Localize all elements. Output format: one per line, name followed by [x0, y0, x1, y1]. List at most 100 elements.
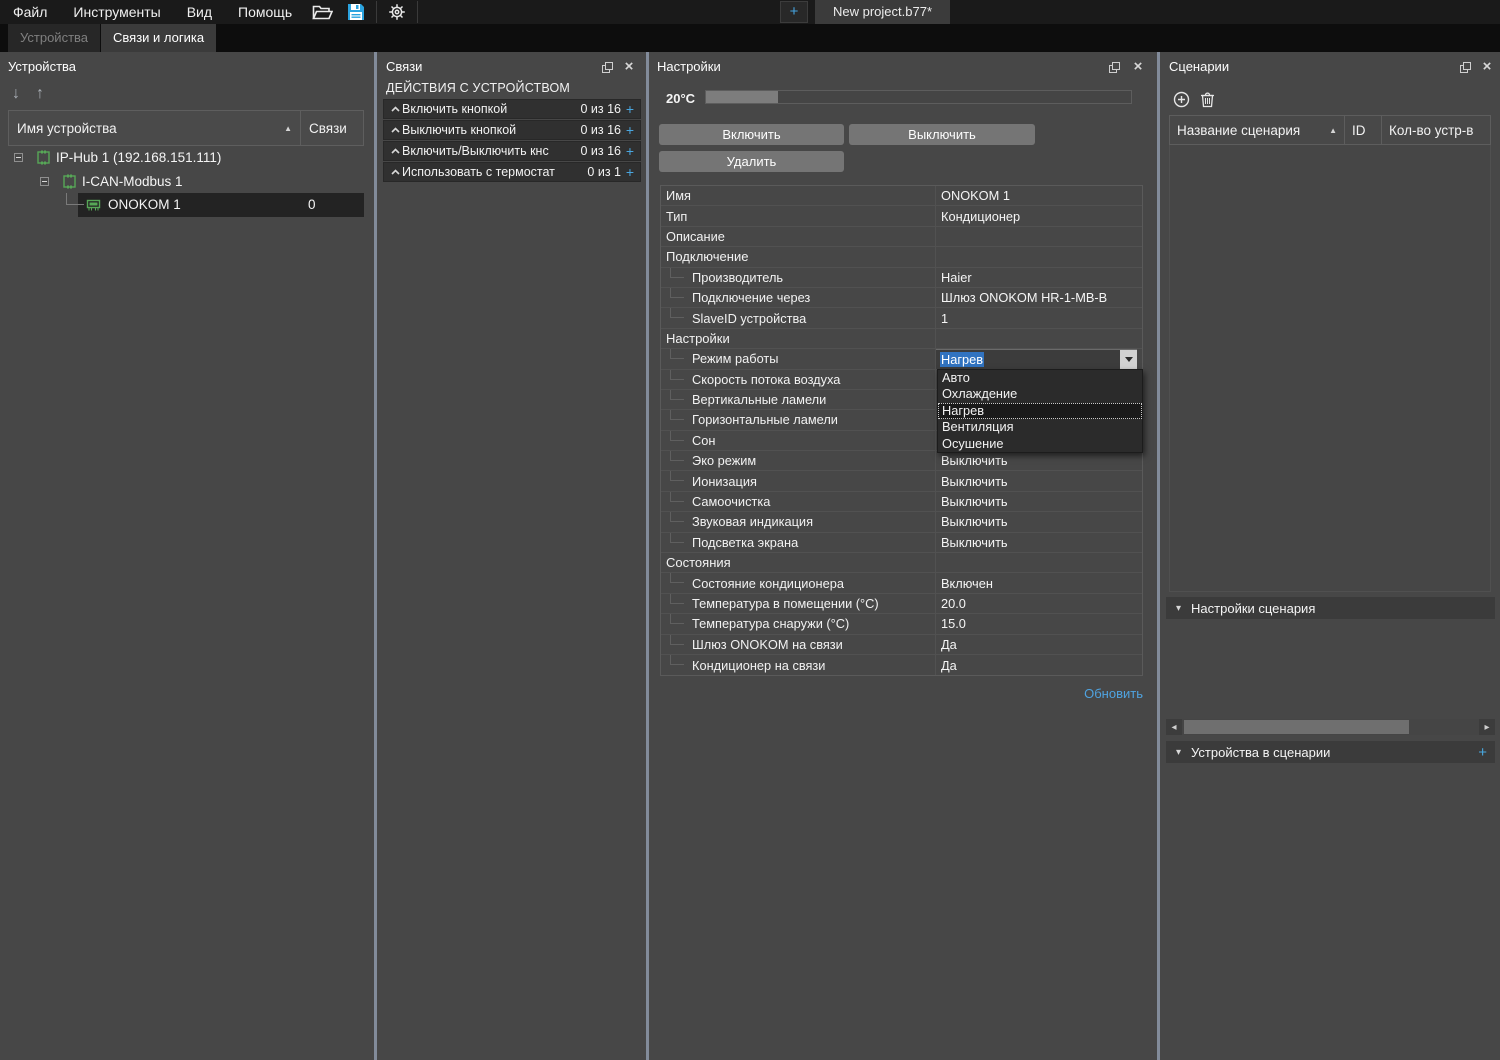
scenario-devices-section[interactable]: ▾ Устройства в сценарии + [1166, 741, 1495, 763]
add-device-to-scenario-icon[interactable]: + [1478, 744, 1487, 761]
tab-active[interactable]: Связи и логика [101, 24, 216, 52]
property-row[interactable]: Температура снаружи (°C)15.0 [661, 614, 1142, 634]
tree-row-device[interactable]: I-CAN-Modbus 1 [8, 170, 364, 194]
tree-collapse-toggle[interactable] [14, 153, 23, 162]
add-link-icon[interactable]: + [624, 142, 636, 160]
panel-splitter[interactable] [1157, 52, 1160, 1060]
mode-select-combobox[interactable]: Нагрев [936, 349, 1137, 368]
menu-item-вид[interactable]: Вид [174, 0, 225, 24]
device-action-row[interactable]: Выключить кнопкой0 из 16+ [383, 120, 641, 140]
scenario-settings-section[interactable]: ▾ Настройки сценария [1166, 597, 1495, 619]
property-row[interactable]: Состояние кондиционераВключен [661, 573, 1142, 593]
property-row[interactable]: ПроизводительHaier [661, 268, 1142, 288]
chevron-up-icon[interactable] [388, 148, 402, 154]
scrollbar-track[interactable] [1182, 719, 1479, 735]
menu-item-инструменты[interactable]: Инструменты [60, 0, 173, 24]
property-row[interactable]: SlaveID устройства1 [661, 308, 1142, 328]
open-folder-icon[interactable] [305, 0, 339, 24]
scenario-column-header-кол-во-устр-в[interactable]: Кол-во устр-в [1382, 115, 1491, 145]
move-down-icon[interactable]: ↓ [6, 85, 26, 103]
scenario-column-header-id[interactable]: ID [1345, 115, 1382, 145]
device-action-row[interactable]: Включить/Выключить кнс0 из 16+ [383, 141, 641, 161]
tree-row-device[interactable]: ONOKOM 10 [8, 193, 364, 217]
dropdown-option[interactable]: Охлаждение [938, 386, 1142, 402]
property-value[interactable]: Выключить [936, 512, 1142, 531]
property-value[interactable]: 15.0 [936, 614, 1142, 633]
column-header-links[interactable]: Связи [300, 110, 364, 146]
property-value[interactable]: 1 [936, 308, 1142, 327]
property-row[interactable]: ИонизацияВыключить [661, 471, 1142, 491]
close-panel-icon[interactable]: × [622, 60, 636, 74]
property-row[interactable]: Подсветка экранаВыключить [661, 533, 1142, 553]
property-value[interactable]: Haier [936, 268, 1142, 287]
dropdown-option[interactable]: Вентиляция [938, 419, 1142, 435]
tab-inactive[interactable]: Устройства [8, 24, 100, 52]
property-row[interactable]: ТипКондиционер [661, 206, 1142, 226]
property-value[interactable]: Выключить [936, 492, 1142, 511]
delete-button[interactable]: Удалить [659, 151, 844, 172]
float-panel-icon[interactable] [1458, 60, 1472, 74]
refresh-link[interactable]: Обновить [1084, 686, 1143, 701]
add-scenario-icon[interactable] [1173, 91, 1190, 108]
close-panel-icon[interactable]: × [1131, 60, 1145, 74]
property-row[interactable]: Звуковая индикацияВыключить [661, 512, 1142, 532]
float-panel-icon[interactable] [1107, 60, 1121, 74]
tree-collapse-toggle[interactable] [40, 177, 49, 186]
delete-scenario-trash-icon[interactable] [1200, 91, 1215, 108]
device-action-row[interactable]: Использовать с термостат0 из 1+ [383, 162, 641, 182]
property-row[interactable]: Подключение черезШлюз ONOKOM HR-1-MB-B [661, 288, 1142, 308]
project-tab[interactable]: New project.b77* [815, 0, 950, 24]
tree-row-device[interactable]: IP-Hub 1 (192.168.151.111) [8, 146, 364, 170]
property-value[interactable] [936, 227, 1142, 246]
property-row[interactable]: СамоочисткаВыключить [661, 492, 1142, 512]
column-header-device-name[interactable]: Имя устройства ▲ [8, 110, 300, 146]
panel-splitter[interactable] [374, 52, 377, 1060]
property-value[interactable]: Нагрев [936, 349, 1142, 368]
property-row[interactable]: Температура в помещении (°C)20.0 [661, 594, 1142, 614]
add-link-icon[interactable]: + [624, 121, 636, 139]
scroll-left-icon[interactable]: ◂ [1166, 719, 1182, 735]
property-value[interactable]: 20.0 [936, 594, 1142, 613]
property-value[interactable]: Да [936, 655, 1142, 675]
property-value[interactable]: Да [936, 635, 1142, 654]
add-link-icon[interactable]: + [624, 100, 636, 118]
scenarios-table-body[interactable] [1169, 145, 1491, 592]
property-row[interactable]: Шлюз ONOKOM на связиДа [661, 635, 1142, 655]
close-panel-icon[interactable]: × [1480, 60, 1494, 74]
scrollbar-thumb[interactable] [1184, 720, 1409, 734]
scenario-column-header-название-сценария[interactable]: Название сценария▲ [1169, 115, 1345, 145]
turn-off-button[interactable]: Выключить [849, 124, 1035, 145]
menu-item-файл[interactable]: Файл [0, 0, 60, 24]
scroll-right-icon[interactable]: ▸ [1479, 719, 1495, 735]
turn-on-button[interactable]: Включить [659, 124, 844, 145]
add-link-icon[interactable]: + [624, 163, 636, 181]
settings-gear-icon[interactable] [380, 0, 414, 24]
dropdown-option[interactable]: Нагрев [938, 403, 1142, 419]
dropdown-arrow-icon[interactable] [1120, 350, 1137, 368]
property-value[interactable]: Выключить [936, 451, 1142, 470]
dropdown-option[interactable]: Авто [938, 370, 1142, 386]
property-row[interactable]: Режим работыНагрев [661, 349, 1142, 369]
property-row[interactable]: Кондиционер на связиДа [661, 655, 1142, 675]
chevron-up-icon[interactable] [388, 106, 402, 112]
float-panel-icon[interactable] [600, 60, 614, 74]
device-action-row[interactable]: Включить кнопкой0 из 16+ [383, 99, 641, 119]
property-row[interactable]: Эко режимВыключить [661, 451, 1142, 471]
new-project-tab-button[interactable]: + [780, 1, 808, 23]
menu-item-помощь[interactable]: Помощь [225, 0, 305, 24]
move-up-icon[interactable]: ↑ [30, 85, 50, 103]
property-value[interactable]: ONOKOM 1 [936, 186, 1142, 205]
dropdown-option[interactable]: Осушение [938, 436, 1142, 452]
chevron-up-icon[interactable] [388, 169, 402, 175]
property-value[interactable]: Шлюз ONOKOM HR-1-MB-B [936, 288, 1142, 307]
property-value[interactable]: Выключить [936, 533, 1142, 552]
property-row[interactable]: ИмяONOKOM 1 [661, 186, 1142, 206]
chevron-up-icon[interactable] [388, 127, 402, 133]
property-value[interactable]: Кондиционер [936, 206, 1142, 225]
horizontal-scrollbar[interactable]: ◂ ▸ [1166, 719, 1495, 735]
save-icon[interactable] [339, 0, 373, 24]
property-value[interactable]: Выключить [936, 471, 1142, 490]
property-value[interactable]: Включен [936, 573, 1142, 592]
temperature-slider[interactable] [705, 90, 1132, 104]
property-row[interactable]: Описание [661, 227, 1142, 247]
